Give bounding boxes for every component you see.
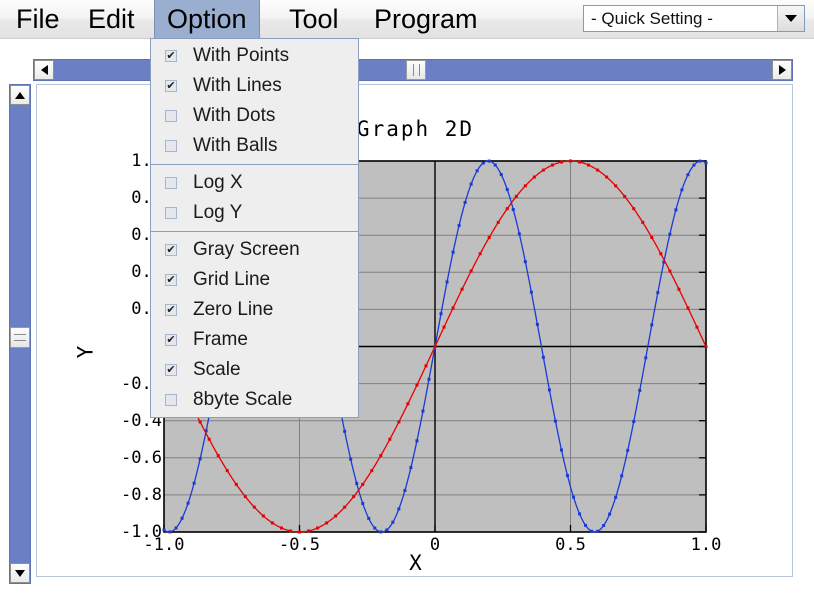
checkbox-unchecked-icon[interactable] bbox=[165, 140, 177, 152]
menu-option-with-points[interactable]: With Points bbox=[151, 41, 358, 71]
quick-setting-dropdown[interactable]: - Quick Setting - bbox=[583, 5, 805, 32]
quick-setting-value: - Quick Setting - bbox=[591, 9, 713, 28]
arrow-right-icon[interactable] bbox=[772, 60, 792, 80]
checkbox-unchecked-icon[interactable] bbox=[165, 110, 177, 122]
menu-option-label: Grid Line bbox=[193, 269, 271, 290]
checkbox-checked-icon[interactable] bbox=[165, 50, 177, 62]
menu-option-8byte-scale[interactable]: 8byte Scale bbox=[151, 385, 358, 415]
checkbox-unchecked-icon[interactable] bbox=[165, 207, 177, 219]
chevron-down-icon[interactable] bbox=[777, 6, 804, 31]
vertical-scrollbar-thumb[interactable] bbox=[10, 327, 30, 348]
checkbox-unchecked-icon[interactable] bbox=[165, 394, 177, 406]
menu-item-option[interactable]: Option bbox=[154, 0, 260, 38]
menu-option-zero-line[interactable]: Zero Line bbox=[151, 295, 358, 325]
y-tick-label: -0.6 bbox=[121, 447, 162, 468]
menu-option-with-balls[interactable]: With Balls bbox=[151, 131, 358, 161]
menu-item-file[interactable]: File bbox=[4, 0, 72, 38]
menu-option-log-y[interactable]: Log Y bbox=[151, 198, 358, 228]
menu-option-label: Scale bbox=[193, 359, 241, 380]
menu-option-label: Log X bbox=[193, 172, 243, 193]
menu-option-label: Zero Line bbox=[193, 299, 274, 320]
menu-option-label: With Lines bbox=[193, 75, 282, 96]
menu-divider bbox=[151, 231, 358, 232]
grip-icon bbox=[14, 334, 26, 341]
checkbox-checked-icon[interactable] bbox=[165, 304, 177, 316]
y-tick-label: -0.8 bbox=[121, 484, 162, 505]
menu-option-label: Gray Screen bbox=[193, 239, 300, 260]
checkbox-checked-icon[interactable] bbox=[165, 364, 177, 376]
option-dropdown-menu[interactable]: With Points With Lines With Dots With Balls… bbox=[150, 38, 359, 418]
menu-option-label: Frame bbox=[193, 329, 248, 350]
menu-option-gray-screen[interactable]: Gray Screen bbox=[151, 235, 358, 265]
checkbox-checked-icon[interactable] bbox=[165, 80, 177, 92]
arrow-up-icon[interactable] bbox=[10, 85, 30, 105]
menu-option-with-dots[interactable]: With Dots bbox=[151, 101, 358, 131]
menu-option-with-lines[interactable]: With Lines bbox=[151, 71, 358, 101]
menu-option-label: With Points bbox=[193, 45, 290, 66]
arrow-down-icon[interactable] bbox=[10, 563, 30, 583]
vertical-scrollbar[interactable] bbox=[9, 84, 31, 584]
grip-icon bbox=[412, 64, 420, 76]
menu-option-label: Log Y bbox=[193, 202, 243, 223]
menu-option-label: 8byte Scale bbox=[193, 389, 293, 410]
checkbox-checked-icon[interactable] bbox=[165, 274, 177, 286]
menu-option-grid-line[interactable]: Grid Line bbox=[151, 265, 358, 295]
menu-option-frame[interactable]: Frame bbox=[151, 325, 358, 355]
menu-bar: File Edit Option Tool Program - Quick Se… bbox=[0, 0, 814, 39]
x-axis-label: X bbox=[409, 551, 422, 575]
checkbox-checked-icon[interactable] bbox=[165, 334, 177, 346]
y-axis-label: Y bbox=[73, 345, 98, 359]
checkbox-unchecked-icon[interactable] bbox=[165, 177, 177, 189]
menu-item-tool[interactable]: Tool bbox=[277, 0, 351, 38]
menu-divider bbox=[151, 164, 358, 165]
menu-item-edit[interactable]: Edit bbox=[76, 0, 147, 38]
menu-option-label: With Dots bbox=[193, 105, 276, 126]
checkbox-checked-icon[interactable] bbox=[165, 244, 177, 256]
arrow-left-icon[interactable] bbox=[34, 60, 54, 80]
horizontal-scrollbar[interactable] bbox=[33, 59, 793, 81]
menu-item-program[interactable]: Program bbox=[362, 0, 490, 38]
menu-option-scale[interactable]: Scale bbox=[151, 355, 358, 385]
menu-option-label: With Balls bbox=[193, 135, 278, 156]
menu-option-log-x[interactable]: Log X bbox=[151, 168, 358, 198]
horizontal-scrollbar-thumb[interactable] bbox=[406, 60, 426, 80]
